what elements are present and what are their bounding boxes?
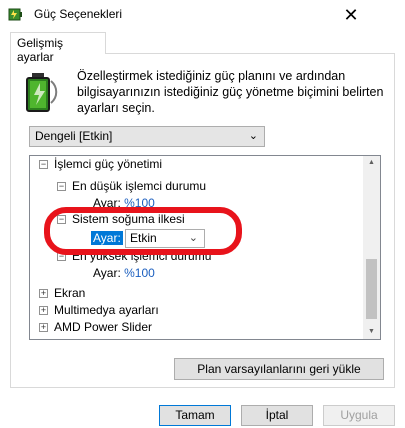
cooling-policy-dropdown[interactable]: Etkin ⌄ xyxy=(125,229,205,248)
chevron-down-icon: ⌄ xyxy=(248,130,258,142)
setting-label-selected: Ayar: xyxy=(91,231,123,245)
collapse-toggle-icon[interactable]: − xyxy=(39,160,48,169)
expand-toggle-icon[interactable]: + xyxy=(39,289,48,298)
tree-item-min-processor-state[interactable]: En düşük işlemci durumu xyxy=(72,178,206,195)
power-plan-dropdown[interactable]: Dengeli [Etkin] ⌄ xyxy=(29,126,265,147)
tree-item-processor-power[interactable]: İşlemci güç yönetimi xyxy=(54,156,162,173)
cooling-policy-value: Etkin xyxy=(130,231,157,245)
tab-advanced-settings[interactable]: Gelişmiş ayarlar xyxy=(10,32,106,64)
description-text: Özelleştirmek istediğiniz güç planını ve… xyxy=(77,69,384,115)
apply-button[interactable]: Uygula xyxy=(323,405,395,426)
setting-label: Ayar: xyxy=(93,196,121,210)
collapse-toggle-icon[interactable]: − xyxy=(57,182,66,191)
close-button[interactable]: ✕ xyxy=(328,0,374,30)
setting-row-max-state[interactable]: Ayar: %100 xyxy=(93,265,155,282)
setting-value[interactable]: %100 xyxy=(124,196,155,210)
setting-row-cooling[interactable]: Ayar: xyxy=(91,230,123,247)
tree-item-display[interactable]: Ekran xyxy=(54,285,85,302)
window-title: Güç Seçenekleri xyxy=(34,7,123,21)
collapse-toggle-icon[interactable]: − xyxy=(57,215,66,224)
chevron-down-icon: ⌄ xyxy=(188,232,198,244)
expand-toggle-icon[interactable]: + xyxy=(39,306,48,315)
scroll-down-icon[interactable]: ▼ xyxy=(363,325,380,339)
restore-defaults-button[interactable]: Plan varsayılanlarını geri yükle xyxy=(174,358,384,380)
scroll-thumb[interactable] xyxy=(366,259,377,319)
expand-toggle-icon[interactable]: + xyxy=(39,323,48,332)
tree-item-multimedia[interactable]: Multimedya ayarları xyxy=(54,302,159,319)
setting-label: Ayar: xyxy=(93,266,121,280)
battery-icon xyxy=(26,73,58,112)
ok-button[interactable]: Tamam xyxy=(159,405,231,426)
collapse-toggle-icon[interactable]: − xyxy=(57,252,66,261)
vertical-scrollbar[interactable]: ▲ ▼ xyxy=(363,156,380,339)
title-bar: Güç Seçenekleri ✕ xyxy=(0,0,405,30)
setting-row-min-state[interactable]: Ayar: %100 xyxy=(93,195,155,212)
power-options-icon xyxy=(8,8,22,21)
scroll-up-icon[interactable]: ▲ xyxy=(363,156,380,170)
tree-item-amd-power-slider[interactable]: AMD Power Slider xyxy=(54,319,152,336)
setting-value[interactable]: %100 xyxy=(124,266,155,280)
tree-item-system-cooling-policy[interactable]: Sistem soğuma ilkesi xyxy=(72,211,185,228)
power-plan-value: Dengeli [Etkin] xyxy=(35,129,113,143)
cancel-button[interactable]: İptal xyxy=(241,405,313,426)
tree-item-max-processor-state[interactable]: En yüksek işlemci durumu xyxy=(72,248,211,265)
